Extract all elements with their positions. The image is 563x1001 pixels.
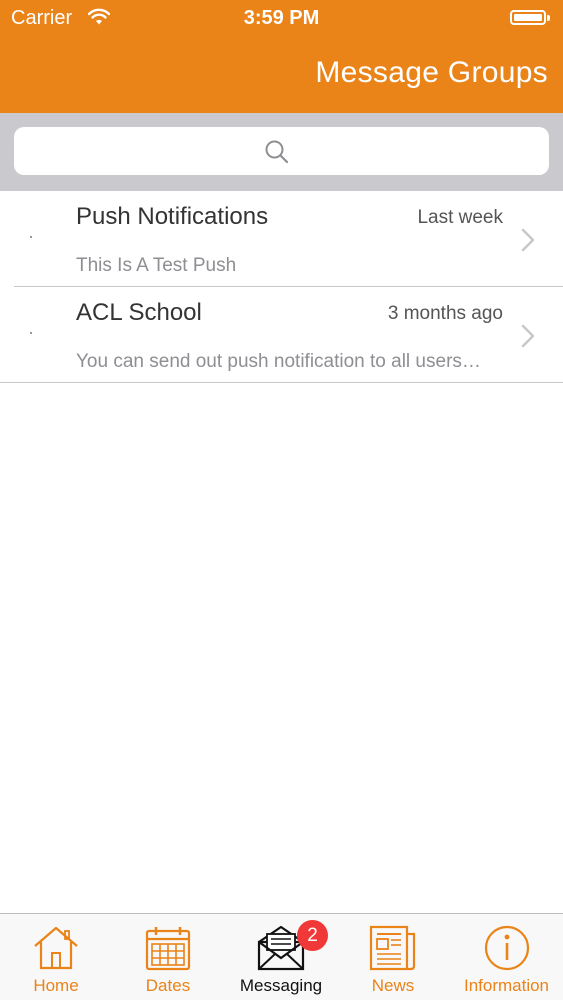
tab-label: Messaging [239, 976, 323, 995]
row-separator [0, 382, 563, 383]
status-bar: Carrier 3:59 PM [0, 0, 563, 36]
tab-label: News [371, 976, 415, 995]
status-time: 3:59 PM [243, 7, 320, 29]
page-title: Message Groups [315, 56, 548, 89]
battery-tip [547, 15, 550, 21]
battery-icon [510, 10, 546, 25]
newspaper-icon [337, 922, 449, 974]
group-title: Push Notifications [76, 203, 269, 230]
tab-information[interactable]: Information [450, 914, 563, 1001]
tab-label: Dates [145, 976, 191, 995]
nav-header: Carrier 3:59 PM Message Groups [0, 0, 563, 113]
tab-news[interactable]: News [337, 914, 449, 1001]
calendar-icon [112, 922, 224, 974]
search-input[interactable] [14, 127, 549, 175]
list-item-push-notifications[interactable]: Push Notifications Last week This Is A T… [0, 191, 563, 287]
group-subtitle: You can send out push notification to al… [76, 351, 481, 372]
list-item-acl-school[interactable]: ACL School 3 months ago You can send out… [0, 287, 563, 383]
tab-dates[interactable]: Dates [112, 914, 224, 1001]
unread-dot [30, 236, 32, 238]
unread-dot [30, 332, 32, 334]
chevron-right-icon [520, 227, 536, 258]
group-subtitle: This Is A Test Push [76, 255, 237, 276]
group-time: 3 months ago [387, 303, 503, 324]
search-icon [264, 139, 290, 170]
group-title: ACL School [76, 299, 202, 326]
chevron-right-icon [520, 323, 536, 354]
home-icon [0, 922, 112, 974]
messaging-badge: 2 [297, 920, 328, 951]
info-icon [450, 922, 563, 974]
tab-label: Information [463, 976, 550, 995]
group-time: Last week [417, 207, 503, 228]
search-area [0, 113, 563, 191]
tab-label: Home [33, 976, 79, 995]
tab-bar: Home Dates Messaging News Information 2 [0, 913, 563, 1000]
tab-home[interactable]: Home [0, 914, 112, 1001]
message-group-list: Push Notifications Last week This Is A T… [0, 191, 563, 383]
